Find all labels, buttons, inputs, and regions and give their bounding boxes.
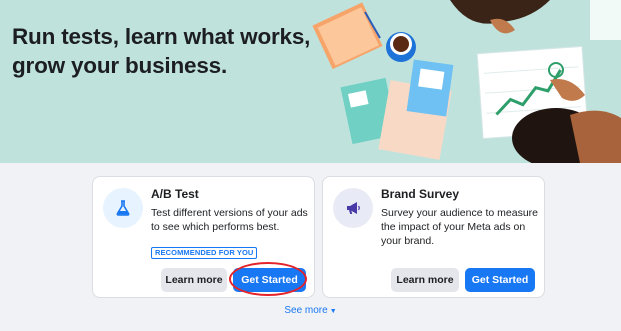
- card-description: Test different versions of your ads to s…: [151, 207, 308, 233]
- see-more-link[interactable]: See more ▼: [0, 305, 621, 316]
- learn-more-button[interactable]: Learn more: [161, 268, 227, 292]
- hero-banner: Run tests, learn what works, grow your b…: [0, 0, 621, 163]
- flask-icon-circle: [103, 188, 143, 228]
- hero-illustration: [312, 0, 621, 163]
- learn-more-button[interactable]: Learn more: [391, 268, 459, 292]
- hero-title: Run tests, learn what works, grow your b…: [12, 24, 311, 78]
- card-title: Brand Survey: [381, 187, 460, 201]
- get-started-button[interactable]: Get Started: [233, 268, 306, 292]
- flask-icon: [116, 200, 130, 216]
- caret-down-icon: ▼: [329, 308, 337, 315]
- megaphone-icon-circle: [333, 188, 373, 228]
- card-title: A/B Test: [151, 187, 199, 201]
- get-started-button[interactable]: Get Started: [465, 268, 535, 292]
- see-more-label: See more: [284, 305, 328, 316]
- recommended-badge: RECOMMENDED FOR YOU: [151, 247, 258, 259]
- brand-survey-card: Brand Survey Survey your audience to mea…: [322, 176, 545, 298]
- card-description: Survey your audience to measure the impa…: [381, 207, 539, 247]
- megaphone-icon: [347, 202, 360, 214]
- ab-test-card: A/B Test Test different versions of your…: [92, 176, 315, 298]
